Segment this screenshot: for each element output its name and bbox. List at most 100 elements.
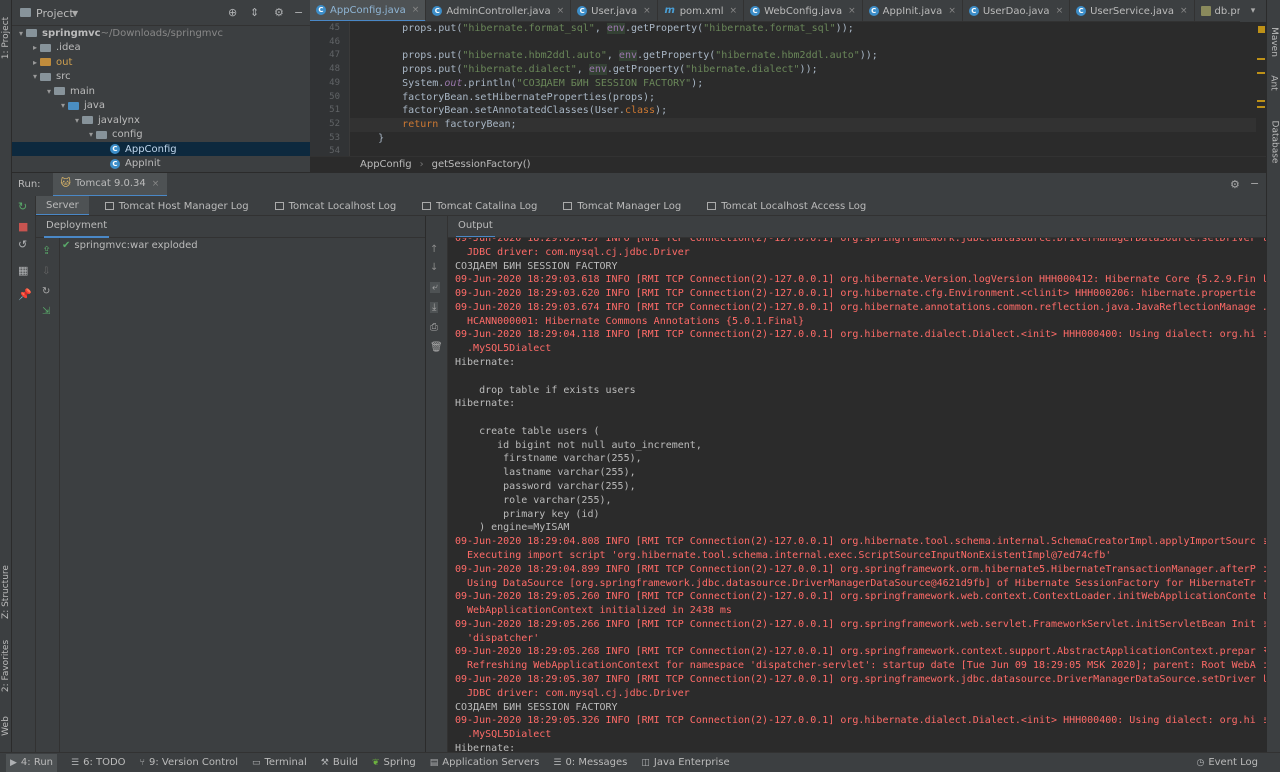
hide-panel-icon[interactable]: − [294,6,303,19]
hide-panel-icon[interactable]: − [1250,177,1259,190]
maven-tool-button[interactable]: Maven [1268,20,1280,64]
tree-item[interactable]: C AppInit [12,157,310,171]
servers-tool-button[interactable]: ▤ Application Servers [430,757,540,768]
pin-icon[interactable]: 📌 [18,288,32,301]
spring-tool-button[interactable]: ❦ Spring [372,757,416,768]
messages-tool-button[interactable]: ☰ 0: Messages [553,757,627,768]
tree-item[interactable]: ▸ out [12,55,310,69]
undeploy-icon[interactable]: ⇩ [42,266,50,277]
scroll-to-end-icon[interactable]: ⤓ [430,302,439,313]
editor-tab[interactable]: C AppInit.java × [863,0,963,21]
close-icon[interactable]: × [412,5,420,15]
editor-tab[interactable]: C AdminController.java × [426,0,572,21]
editor-tab[interactable]: C User.java × [571,0,658,21]
tabs-overflow-icon[interactable]: ▾ [1240,0,1266,22]
refresh-icon[interactable]: ↻ [42,286,50,297]
editor-tab[interactable]: m pom.xml × [658,0,745,21]
vcs-tool-button[interactable]: ⑂ 9: Version Control [140,757,238,768]
build-tool-button[interactable]: ⚒ Build [321,757,358,768]
close-icon[interactable]: × [1056,6,1064,16]
code-line[interactable]: factoryBean.setHibernateProperties(props… [354,91,655,105]
close-icon[interactable]: × [152,179,160,189]
enterprise-tool-button[interactable]: ◫ Java Enterprise [641,757,729,768]
tree-item[interactable]: ▾ src [12,70,310,84]
deploy-icon[interactable]: ⇪ [42,244,51,257]
expand-arrow-closed-icon[interactable]: ▸ [30,43,40,52]
project-view-selector[interactable]: Project [36,7,74,20]
output-tab[interactable]: Output [456,216,495,237]
expand-arrow-open-icon[interactable]: ▾ [86,130,96,139]
ant-tool-button[interactable]: Ant [1268,70,1280,96]
expand-arrow-open-icon[interactable]: ▾ [72,116,82,125]
editor-tab[interactable]: C UserService.java × [1070,0,1195,21]
stop-icon[interactable]: ■ [18,220,28,233]
structure-tool-button[interactable]: Z: Structure [0,560,11,624]
run-config-tab[interactable]: 🐱 Tomcat 9.0.34 × [52,173,168,196]
deployment-item[interactable]: ✔ springmvc:war exploded [62,240,198,251]
editor-tab[interactable]: C UserDao.java × [963,0,1071,21]
code-line[interactable]: return factoryBean; [350,117,1256,132]
deploy-all-icon[interactable]: ⇲ [42,306,50,317]
editor-tab[interactable]: C AppConfig.java × [310,0,427,21]
breadcrumb-class[interactable]: AppConfig [360,159,412,170]
deployment-tab[interactable]: Deployment [44,216,110,238]
expand-arrow-open-icon[interactable]: ▾ [30,72,40,81]
tree-item[interactable]: C AppConfig [12,142,310,156]
code-line[interactable]: } [354,132,384,146]
scroll-down-icon[interactable]: ↓ [430,262,438,273]
run-log-tab[interactable]: Tomcat Catalina Log [412,196,547,215]
tree-item[interactable]: ▾ config [12,128,310,142]
expand-arrow-open-icon[interactable]: ▾ [16,29,26,38]
output-scrollbar[interactable] [1256,238,1264,752]
database-tool-button[interactable]: Database [1268,114,1280,170]
todo-tool-button[interactable]: ☰ 6: TODO [71,757,126,768]
run-log-tab[interactable]: Tomcat Localhost Log [265,196,407,215]
close-icon[interactable]: × [948,6,956,16]
close-icon[interactable]: × [1180,6,1188,16]
collapse-all-icon[interactable]: ⇕ [250,6,259,19]
expand-arrow-open-icon[interactable]: ▾ [44,87,54,96]
close-icon[interactable]: × [730,6,738,16]
tree-item[interactable]: ▾ javalynx [12,113,310,127]
run-log-tab[interactable]: Tomcat Localhost Access Log [697,196,876,215]
error-stripe[interactable] [1256,22,1266,156]
expand-arrow-closed-icon[interactable]: ▸ [30,58,40,67]
close-icon[interactable]: × [643,6,651,16]
rerun-icon[interactable]: ↻ [18,200,27,213]
warning-icon[interactable] [1258,26,1265,33]
tree-item[interactable]: ▾ springmvc ~/Downloads/springmvc [12,26,310,40]
scroll-up-icon[interactable]: ↑ [430,244,438,255]
favorites-tool-button[interactable]: 2: Favorites [0,634,11,698]
run-log-tab[interactable]: Tomcat Manager Log [553,196,691,215]
code-line[interactable]: props.put("hibernate.format_sql", env.ge… [354,22,854,36]
gear-icon[interactable]: ⚙ [274,6,284,19]
editor-tab[interactable]: C WebConfig.java × [744,0,863,21]
project-tool-button[interactable]: 1: Project [0,8,11,68]
close-icon[interactable]: × [557,6,565,16]
run-tool-button[interactable]: ▶ 4: Run [6,753,58,772]
layout-icon[interactable]: ▦ [18,264,28,277]
tree-item[interactable]: ▾ java [12,99,310,113]
run-log-tab[interactable]: Tomcat Host Manager Log [95,196,259,215]
code-line[interactable]: System.out.println("СОЗДАЕМ БИН SESSION … [354,77,703,91]
code-line[interactable]: factoryBean.setAnnotatedClasses(User.cla… [354,104,667,118]
tree-item[interactable]: ▸ .idea [12,41,310,55]
code-line[interactable]: props.put("hibernate.hbm2ddl.auto", env.… [354,49,878,63]
soft-wrap-icon[interactable]: ⤶ [430,282,440,293]
locate-icon[interactable]: ⊕ [228,6,237,19]
trash-icon[interactable]: 🗑 [430,342,443,353]
run-log-tab[interactable]: Server [36,196,89,215]
gear-icon[interactable]: ⚙ [1230,178,1240,191]
console-output[interactable]: 09-Jun-2020 18:29:03.437 INFO [RMI TCP C… [448,238,1266,752]
web-tool-button[interactable]: Web [0,708,11,744]
print-icon[interactable]: ⎙ [430,322,438,333]
close-icon[interactable]: × [848,6,856,16]
code-line[interactable]: props.put("hibernate.dialect", env.getPr… [354,63,818,77]
terminal-tool-button[interactable]: ▭ Terminal [252,757,307,768]
code-editor[interactable]: 45 46 47 48 49 50 51 52 53 54 props.put("hibernat… [310,22,1266,156]
chevron-down-icon[interactable]: ▼ [72,9,78,18]
expand-arrow-open-icon[interactable]: ▾ [58,101,68,110]
breadcrumb-method[interactable]: getSessionFactory() [432,159,531,170]
tree-item[interactable]: ▾ main [12,84,310,98]
event-log-button[interactable]: ◷ Event Log [1196,757,1258,768]
